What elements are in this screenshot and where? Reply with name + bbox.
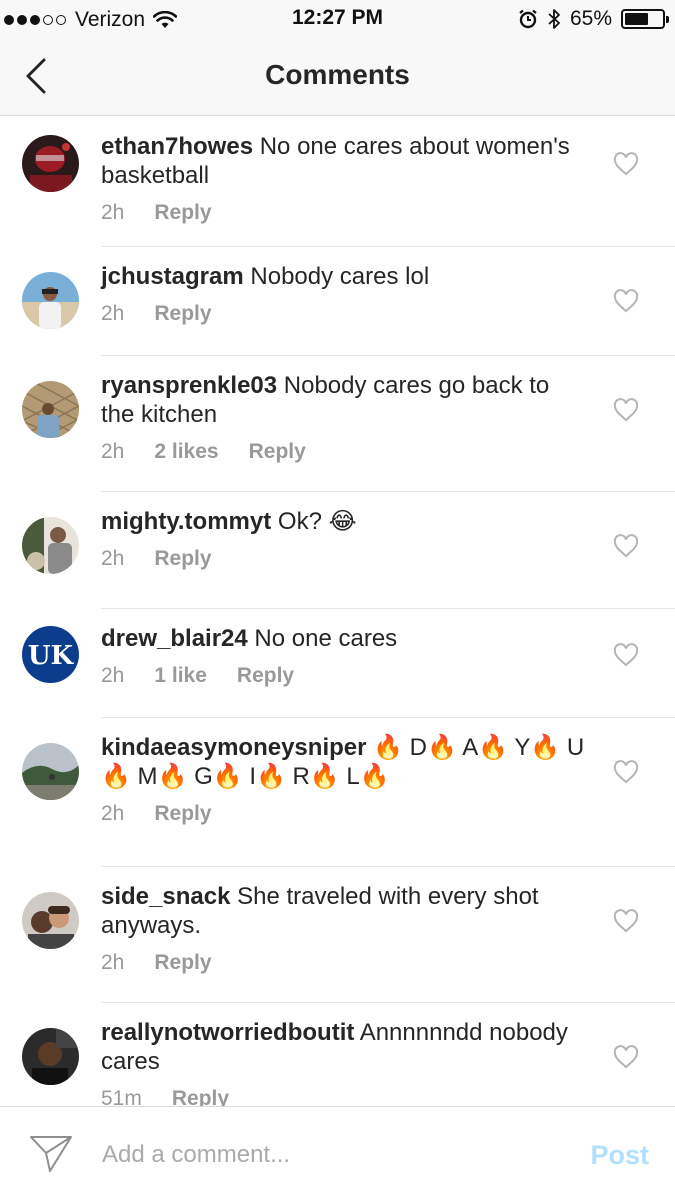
reply-button[interactable]: Reply: [237, 664, 294, 688]
comment-time: 2h: [101, 802, 125, 825]
heart-icon[interactable]: [613, 534, 639, 558]
alarm-icon: [519, 9, 537, 29]
battery-icon: [621, 9, 669, 29]
comment-username[interactable]: side_snack: [101, 883, 230, 910]
avatar[interactable]: [22, 272, 79, 329]
bluetooth-icon: [548, 9, 560, 29]
heart-icon[interactable]: [613, 152, 639, 176]
comment-text: reallynotworriedboutit Annnnnndd nobody …: [101, 1019, 568, 1075]
avatar[interactable]: [22, 892, 79, 949]
comment-text: ethan7howes No one cares about women's b…: [101, 133, 570, 189]
wifi-icon: [153, 11, 178, 28]
comment-text: mighty.tommyt Ok? 😂: [101, 508, 357, 535]
comment-time: 2h: [101, 547, 125, 570]
comment-item: mighty.tommyt Ok? 😂 2h Reply: [0, 492, 675, 609]
comment-username[interactable]: kindaeasymoneysniper: [101, 734, 366, 761]
comment-time: 2h: [101, 201, 125, 224]
comment-item: side_snack She traveled with every shot …: [0, 867, 675, 1003]
comment-composer: Post: [0, 1106, 675, 1200]
avatar[interactable]: [22, 135, 79, 192]
reply-button[interactable]: Reply: [154, 951, 211, 975]
heart-icon[interactable]: [613, 760, 639, 784]
comment-username[interactable]: reallynotworriedboutit: [101, 1019, 354, 1046]
heart-icon[interactable]: [613, 643, 639, 667]
post-button[interactable]: Post: [590, 1140, 649, 1171]
comment-text: jchustagram Nobody cares lol: [101, 263, 430, 290]
heart-icon[interactable]: [613, 909, 639, 933]
comment-username[interactable]: drew_blair24: [101, 625, 248, 652]
heart-icon[interactable]: [613, 398, 639, 422]
battery-percent: 65%: [569, 7, 612, 30]
avatar[interactable]: UK: [22, 626, 79, 683]
reply-button[interactable]: Reply: [154, 802, 211, 826]
comment-item: jchustagram Nobody cares lol 2h Reply: [0, 247, 675, 356]
comment-item: reallynotworriedboutit Annnnnndd nobody …: [0, 1003, 675, 1106]
comment-username[interactable]: ethan7howes: [101, 133, 253, 160]
likes-count[interactable]: 1 like: [154, 664, 207, 688]
comments-list[interactable]: ethan7howes No one cares about women's b…: [0, 117, 675, 1106]
reply-button[interactable]: Reply: [154, 547, 211, 571]
send-icon[interactable]: [28, 1133, 74, 1175]
comment-username[interactable]: mighty.tommyt: [101, 508, 271, 535]
status-right: 65%: [518, 7, 669, 31]
status-left: Verizon: [0, 8, 178, 32]
comment-text: drew_blair24 No one cares: [101, 625, 398, 652]
comment-item: ethan7howes No one cares about women's b…: [0, 117, 675, 247]
comment-time: 2h: [101, 951, 125, 974]
comment-time: 2h: [101, 440, 125, 463]
reply-button[interactable]: Reply: [154, 302, 211, 326]
page-title: Comments: [265, 59, 410, 90]
reply-button[interactable]: Reply: [172, 1087, 229, 1106]
status-bar: Verizon 12:27 PM 65%: [0, 0, 675, 40]
avatar[interactable]: [22, 1028, 79, 1085]
battery-level-fill: [625, 13, 649, 25]
carrier-name: Verizon: [75, 8, 146, 31]
avatar[interactable]: [22, 381, 79, 438]
comment-username[interactable]: jchustagram: [101, 263, 244, 290]
svg-text:UK: UK: [28, 641, 75, 671]
comment-input[interactable]: [102, 1135, 542, 1175]
comment-item: ryansprenkle03 Nobody cares go back to t…: [0, 356, 675, 492]
reply-button[interactable]: Reply: [249, 440, 306, 464]
avatar[interactable]: [22, 743, 79, 800]
comment-text: ryansprenkle03 Nobody cares go back to t…: [101, 372, 550, 428]
reply-button[interactable]: Reply: [154, 201, 211, 225]
comment-time: 2h: [101, 302, 125, 325]
comment-item: UK drew_blair24 No one cares 2h 1 like R…: [0, 609, 675, 718]
avatar[interactable]: [22, 517, 79, 574]
heart-icon[interactable]: [613, 1045, 639, 1069]
comment-text: side_snack She traveled with every shot …: [101, 883, 539, 939]
comment-time: 51m: [101, 1087, 142, 1106]
comment-item: kindaeasymoneysniper 🔥 D🔥 A🔥 Y🔥 U🔥 M🔥 G🔥…: [0, 718, 675, 867]
comment-time: 2h: [101, 664, 125, 687]
comment-text: kindaeasymoneysniper 🔥 D🔥 A🔥 Y🔥 U🔥 M🔥 G🔥…: [101, 733, 585, 791]
signal-strength-icon: [0, 15, 66, 25]
likes-count[interactable]: 2 likes: [154, 440, 218, 464]
heart-icon[interactable]: [613, 289, 639, 313]
comment-username[interactable]: ryansprenkle03: [101, 372, 277, 399]
navigation-bar: Comments: [0, 40, 675, 116]
